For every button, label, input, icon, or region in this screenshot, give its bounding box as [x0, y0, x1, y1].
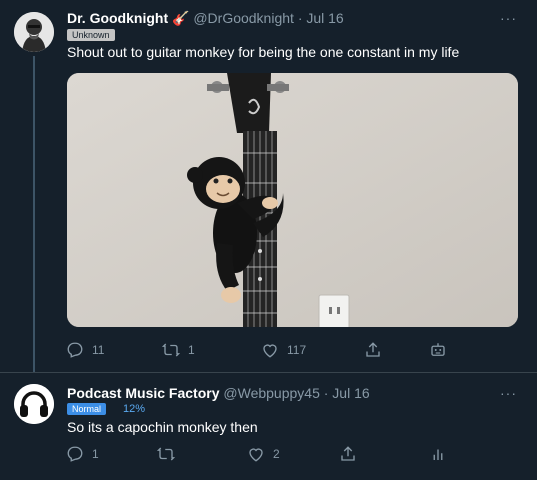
like-button[interactable]: 2 — [247, 445, 280, 463]
retweet-button[interactable]: 1 — [162, 341, 195, 359]
retweet-icon — [157, 447, 175, 461]
handle[interactable]: @Webpuppy45 — [223, 385, 319, 401]
tweet-header: Podcast Music Factory @Webpuppy45 · Jul … — [67, 385, 370, 401]
like-button[interactable]: 117 — [261, 341, 306, 359]
guitar-emoji-icon: 🎸 — [172, 10, 190, 26]
handle[interactable]: @DrGoodknight — [193, 10, 294, 26]
retweet-count: 1 — [188, 343, 195, 357]
share-icon — [341, 446, 355, 461]
tweet-header: Dr. Goodknight 🎸 @DrGoodknight · Jul 16 — [67, 10, 344, 27]
reply-count: 1 — [92, 447, 99, 461]
more-options-button[interactable]: ··· — [500, 385, 517, 401]
status-badge: Unknown — [67, 29, 115, 41]
heart-icon — [249, 448, 263, 462]
heart-icon — [263, 344, 277, 358]
like-count: 117 — [287, 343, 307, 357]
reply-icon — [67, 342, 83, 358]
reply-button[interactable]: 1 — [66, 445, 99, 463]
reply-icon — [67, 446, 83, 462]
avatar-goodknight[interactable] — [14, 12, 54, 52]
avatar-podcast-music-factory[interactable] — [14, 384, 54, 424]
tweet-podcast-music-factory[interactable]: Podcast Music Factory @Webpuppy45 · Jul … — [0, 372, 537, 480]
tweet-text: So its a capochin monkey then — [67, 419, 258, 435]
display-name[interactable]: Podcast Music Factory — [67, 385, 220, 401]
robot-icon — [431, 343, 445, 356]
share-button[interactable] — [364, 341, 382, 359]
more-options-button[interactable]: ··· — [500, 10, 517, 26]
percent-label: 12% — [123, 403, 146, 415]
display-name[interactable]: Dr. Goodknight — [67, 10, 168, 26]
tweet-media-image[interactable] — [67, 73, 518, 327]
bot-check-button[interactable] — [429, 341, 447, 359]
reply-button[interactable]: 11 — [66, 341, 104, 359]
share-button[interactable] — [339, 445, 357, 463]
status-badge: Normal — [67, 403, 107, 415]
tweet-goodknight[interactable]: Dr. Goodknight 🎸 @DrGoodknight · Jul 16 … — [0, 0, 537, 372]
thread-line — [33, 56, 35, 372]
share-icon — [366, 342, 380, 357]
timestamp[interactable]: · Jul 16 — [298, 10, 344, 26]
timestamp[interactable]: · Jul 16 — [324, 385, 370, 401]
reply-count: 11 — [92, 343, 105, 357]
like-count: 2 — [273, 447, 280, 461]
retweet-icon — [162, 343, 180, 357]
analytics-button[interactable] — [429, 445, 447, 463]
analytics-icon — [433, 449, 443, 460]
tweet-text: Shout out to guitar monkey for being the… — [67, 44, 460, 60]
retweet-button[interactable] — [157, 445, 183, 463]
